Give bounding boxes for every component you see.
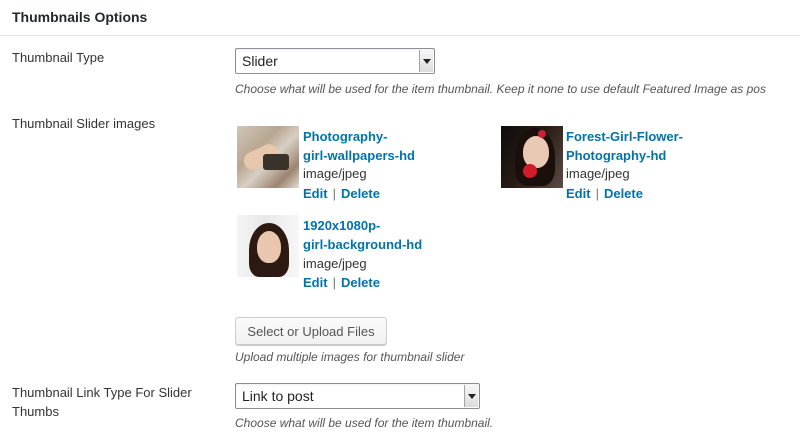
select-upload-files-button[interactable]: Select or Upload Files	[235, 317, 387, 345]
thumbnail-type-label: Thumbnail Type	[12, 50, 105, 65]
image-actions: Edit | Delete	[303, 275, 380, 290]
thumbnail-type-value: Slider	[242, 53, 278, 69]
thumbnail-type-select[interactable]: Slider	[235, 48, 435, 74]
image-mime-type: image/jpeg	[303, 256, 367, 271]
link-type-description: Choose what will be used for the item th…	[235, 416, 494, 430]
delete-link[interactable]: Delete	[604, 186, 643, 201]
separator: |	[332, 186, 336, 201]
chevron-down-icon	[464, 385, 478, 407]
thumbnails-options-panel: Thumbnails Options Thumbnail Type Slider…	[0, 0, 800, 445]
delete-link[interactable]: Delete	[341, 275, 380, 290]
image-thumbnail	[237, 126, 299, 188]
slider-images-description: Upload multiple images for thumbnail sli…	[235, 350, 465, 364]
chevron-down-icon	[419, 50, 433, 72]
edit-link[interactable]: Edit	[303, 275, 328, 290]
image-actions: Edit | Delete	[566, 186, 643, 201]
link-type-value: Link to post	[242, 388, 314, 404]
panel-header: Thumbnails Options	[0, 0, 800, 36]
image-title-link[interactable]: Photography-	[303, 127, 388, 146]
separator: |	[332, 275, 336, 290]
link-type-select[interactable]: Link to post	[235, 383, 480, 409]
separator: |	[595, 186, 599, 201]
link-type-label-line1: Thumbnail Link Type For Slider	[12, 385, 192, 400]
link-type-label-line2: Thumbs	[12, 404, 59, 419]
thumbnail-type-description: Choose what will be used for the item th…	[235, 82, 766, 96]
image-mime-type: image/jpeg	[303, 166, 367, 181]
delete-link[interactable]: Delete	[341, 186, 380, 201]
slider-images-label: Thumbnail Slider images	[12, 116, 156, 131]
image-actions: Edit | Delete	[303, 186, 380, 201]
image-title-link[interactable]: girl-wallpapers-hd	[303, 146, 415, 165]
edit-link[interactable]: Edit	[303, 186, 328, 201]
image-title-link[interactable]: Photography-hd	[566, 146, 666, 165]
image-thumbnail	[237, 215, 299, 277]
image-title-link[interactable]: Forest-Girl-Flower-	[566, 127, 683, 146]
image-thumbnail	[501, 126, 563, 188]
image-mime-type: image/jpeg	[566, 166, 630, 181]
image-title-link[interactable]: girl-background-hd	[303, 235, 422, 254]
edit-link[interactable]: Edit	[566, 186, 591, 201]
image-title-link[interactable]: 1920x1080p-	[303, 216, 380, 235]
section-title: Thumbnails Options	[12, 9, 148, 25]
